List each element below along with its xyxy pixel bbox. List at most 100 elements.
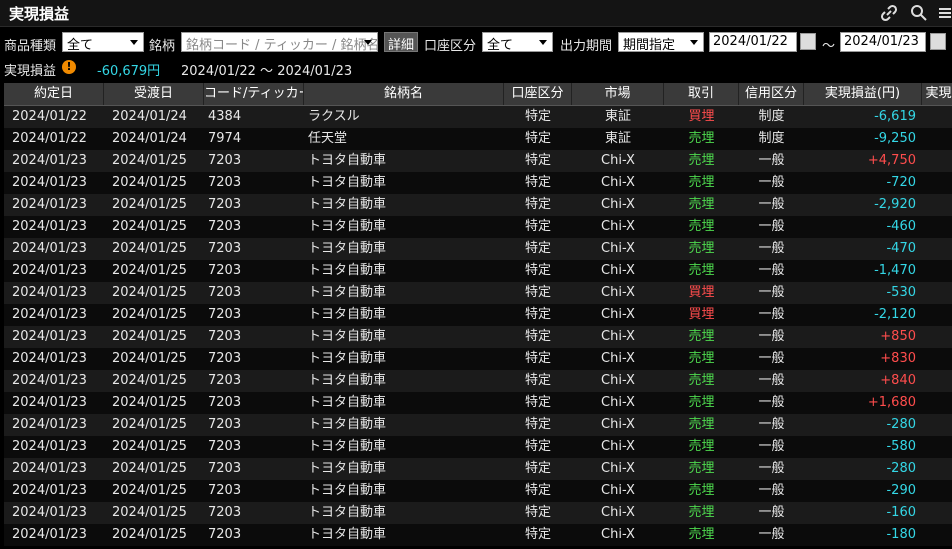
cell-brand-name: トヨタ自動車 [308, 439, 387, 454]
table-row[interactable]: 2024/01/22 2024/01/24 4384 ラクスル 特定 東証 買埋 制度 -6,6… [4, 106, 952, 128]
cell-code: 7203 [208, 395, 242, 410]
table-row[interactable]: 2024/01/23 2024/01/25 7203 トヨタ自動車 特定 Chi-X 売埋 一… [4, 370, 952, 392]
column-header-account-type[interactable]: 口座区分 [504, 83, 572, 105]
column-header-realized-pl[interactable]: 実現損益(円) [804, 83, 922, 105]
cell-settle-date: 2024/01/25 [112, 483, 187, 498]
column-header-market[interactable]: 市場 [572, 83, 664, 105]
cell-credit-type: 制度 [758, 131, 785, 146]
table-row[interactable]: 2024/01/23 2024/01/25 7203 トヨタ自動車 特定 Chi-X 売埋 一… [4, 238, 952, 260]
cell-credit-type: 一般 [758, 175, 785, 190]
cell-code: 7203 [208, 175, 242, 190]
cell-settle-date: 2024/01/25 [112, 417, 187, 432]
realized-pl-label: 実現損益 [4, 64, 57, 79]
table-row[interactable]: 2024/01/23 2024/01/25 7203 トヨタ自動車 特定 Chi-X 売埋 一… [4, 348, 952, 370]
table-row[interactable]: 2024/01/23 2024/01/25 7203 トヨタ自動車 特定 Chi-X 売埋 一… [4, 392, 952, 414]
menu-icon[interactable] [936, 3, 952, 23]
date-to-input[interactable]: 2024/01/23 [840, 32, 926, 52]
cell-account-type: 特定 [524, 439, 551, 454]
cell-code: 7203 [208, 461, 242, 476]
cell-settle-date: 2024/01/24 [112, 131, 187, 146]
table-row[interactable]: 2024/01/23 2024/01/25 7203 トヨタ自動車 特定 Chi-X 売埋 一… [4, 436, 952, 458]
link-icon[interactable] [879, 3, 899, 23]
column-header-realized-extra[interactable]: 実現 [922, 83, 952, 105]
cell-account-type: 特定 [524, 527, 551, 542]
cell-trade-type: 売埋 [688, 131, 715, 146]
cell-settle-date: 2024/01/25 [112, 329, 187, 344]
date-from-input[interactable]: 2024/01/22 [709, 32, 797, 52]
table-row[interactable]: 2024/01/22 2024/01/24 7974 任天堂 特定 東証 売埋 制度 -9,25… [4, 128, 952, 150]
table-row[interactable]: 2024/01/23 2024/01/25 7203 トヨタ自動車 特定 Chi-X 売埋 一… [4, 414, 952, 436]
cell-account-type: 特定 [524, 483, 551, 498]
column-header-trade-date[interactable]: 約定日 [4, 83, 104, 105]
table-row[interactable]: 2024/01/23 2024/01/25 7203 トヨタ自動車 特定 Chi-X 売埋 一… [4, 326, 952, 348]
column-header-trade-type[interactable]: 取引 [664, 83, 739, 105]
cell-trade-type: 売埋 [688, 439, 715, 454]
cell-code: 7203 [208, 527, 242, 542]
cell-settle-date: 2024/01/25 [112, 461, 187, 476]
detail-button[interactable]: 詳細 [384, 32, 419, 53]
cell-credit-type: 一般 [758, 417, 785, 432]
cell-trade-date: 2024/01/23 [12, 461, 87, 476]
table-row[interactable]: 2024/01/23 2024/01/25 7203 トヨタ自動車 特定 Chi-X 売埋 一… [4, 194, 952, 216]
cell-settle-date: 2024/01/25 [112, 285, 187, 300]
cell-brand-name: トヨタ自動車 [308, 263, 387, 278]
cell-trade-type: 売埋 [688, 197, 715, 212]
cell-code: 7203 [208, 373, 242, 388]
table-row[interactable]: 2024/01/23 2024/01/25 7203 トヨタ自動車 特定 Chi-X 売埋 一… [4, 458, 952, 480]
cell-market: Chi-X [601, 219, 635, 234]
cell-code: 7203 [208, 417, 242, 432]
cell-code: 7203 [208, 153, 242, 168]
realized-pl-total: -60,679円 [97, 64, 161, 79]
column-header-code[interactable]: コード/ティッカー [204, 83, 304, 105]
table-row[interactable]: 2024/01/23 2024/01/25 7203 トヨタ自動車 特定 Chi-X 売埋 一… [4, 524, 952, 546]
cell-credit-type: 一般 [758, 505, 785, 520]
cell-settle-date: 2024/01/24 [112, 109, 187, 124]
calendar-icon[interactable] [930, 33, 946, 50]
column-header-brand-name[interactable]: 銘柄名 [304, 83, 504, 105]
cell-account-type: 特定 [524, 307, 551, 322]
table-row[interactable]: 2024/01/23 2024/01/25 7203 トヨタ自動車 特定 Chi-X 売埋 一… [4, 260, 952, 282]
table-row[interactable]: 2024/01/23 2024/01/25 7203 トヨタ自動車 特定 Chi-X 売埋 一… [4, 172, 952, 194]
table-row[interactable]: 2024/01/23 2024/01/25 7203 トヨタ自動車 特定 Chi-X 売埋 一… [4, 216, 952, 238]
brand-search-input[interactable]: 銘柄コード / ティッカー / 銘柄名 [181, 32, 378, 52]
cell-realized-pl: -470 [886, 241, 916, 256]
cell-code: 7974 [208, 131, 242, 146]
cell-trade-date: 2024/01/23 [12, 329, 87, 344]
cell-credit-type: 一般 [758, 439, 785, 454]
table-row[interactable]: 2024/01/23 2024/01/25 7203 トヨタ自動車 特定 Chi-X 売埋 一… [4, 480, 952, 502]
cell-realized-pl: -720 [886, 175, 916, 190]
search-icon[interactable] [909, 3, 929, 23]
cell-brand-name: トヨタ自動車 [308, 241, 387, 256]
cell-settle-date: 2024/01/25 [112, 307, 187, 322]
cell-trade-type: 売埋 [688, 505, 715, 520]
account-value: 全て [487, 38, 514, 52]
cell-realized-pl: -6,619 [874, 109, 916, 124]
table-row[interactable]: 2024/01/23 2024/01/25 7203 トヨタ自動車 特定 Chi-X 売埋 一… [4, 502, 952, 524]
table-row[interactable]: 2024/01/23 2024/01/25 7203 トヨタ自動車 特定 Chi-X 買埋 一… [4, 282, 952, 304]
cell-credit-type: 一般 [758, 241, 785, 256]
column-header-settle-date[interactable]: 受渡日 [104, 83, 204, 105]
date-separator: ～ [822, 39, 836, 54]
cell-market: Chi-X [601, 307, 635, 322]
cell-code: 7203 [208, 483, 242, 498]
account-select[interactable]: 全て [482, 32, 553, 52]
cell-market: Chi-X [601, 527, 635, 542]
cell-code: 7203 [208, 439, 242, 454]
cell-settle-date: 2024/01/25 [112, 219, 187, 234]
table-header: 約定日 受渡日 コード/ティッカー 銘柄名 口座区分 市場 取引 信用区分 実現損益(円) 実現 [4, 83, 952, 106]
cell-trade-date: 2024/01/22 [12, 131, 87, 146]
cell-trade-date: 2024/01/23 [12, 527, 87, 542]
table-row[interactable]: 2024/01/23 2024/01/25 7203 トヨタ自動車 特定 Chi-X 売埋 一… [4, 150, 952, 172]
column-header-credit-type[interactable]: 信用区分 [739, 83, 804, 105]
calendar-icon[interactable] [800, 33, 816, 50]
cell-trade-date: 2024/01/23 [12, 505, 87, 520]
cell-brand-name: トヨタ自動車 [308, 175, 387, 190]
warning-icon[interactable]: ! [62, 60, 76, 74]
cell-account-type: 特定 [524, 175, 551, 190]
table-row[interactable]: 2024/01/23 2024/01/25 7203 トヨタ自動車 特定 Chi-X 買埋 一… [4, 304, 952, 326]
title-bar: 実現損益 [0, 0, 952, 27]
product-type-select[interactable]: 全て [62, 32, 144, 52]
period-select[interactable]: 期間指定 [618, 32, 704, 52]
cell-market: Chi-X [601, 241, 635, 256]
cell-market: 東証 [604, 131, 631, 146]
